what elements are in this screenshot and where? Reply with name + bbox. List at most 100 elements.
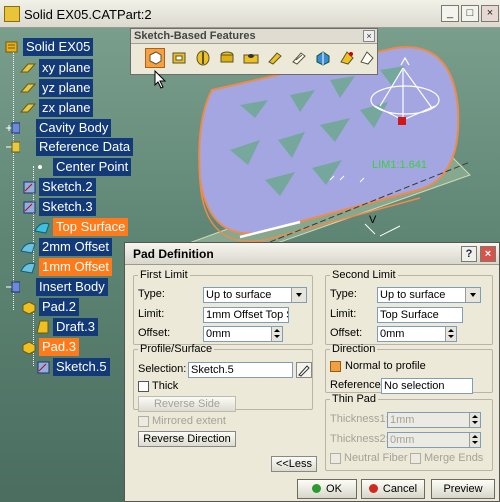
guide-line-2: [379, 225, 401, 237]
part-icon: [5, 41, 18, 53]
toolbar-close-button[interactable]: ×: [363, 30, 375, 42]
sketch-icon: [23, 201, 36, 214]
plane-icon: [20, 103, 36, 113]
slot-tool-button[interactable]: [289, 48, 309, 68]
first-limit-legend: First Limit: [140, 269, 188, 281]
sketch-icon: [23, 181, 36, 194]
thin-pad-legend: Thin Pad: [332, 393, 377, 405]
chevron-down-icon[interactable]: [465, 288, 480, 302]
second-limit-field[interactable]: Top Surface: [377, 307, 463, 323]
chevron-down-icon[interactable]: [291, 288, 306, 302]
help-button[interactable]: ?: [461, 246, 477, 262]
expand-body-icon[interactable]: [4, 120, 20, 136]
stiffener-tool-button[interactable]: [313, 48, 333, 68]
less-button[interactable]: <<Less: [271, 456, 317, 472]
first-offset-field[interactable]: 0mm: [203, 326, 283, 342]
rib-tool-button[interactable]: [265, 48, 285, 68]
thickness1-value: 1mm: [390, 414, 415, 426]
sketch-based-features-toolbar: Sketch-Based Features ×: [130, 28, 378, 75]
pocket-tool-button[interactable]: [169, 48, 189, 68]
merge-ends-checkbox[interactable]: [410, 453, 421, 464]
ok-button[interactable]: OK: [297, 479, 357, 499]
cancel-button[interactable]: Cancel: [361, 479, 425, 499]
thickness-spinner[interactable]: [469, 433, 480, 447]
tree-item-label: Reference Data: [36, 138, 134, 156]
reverse-direction-button[interactable]: Reverse Direction: [138, 431, 236, 447]
tree-root-label: Solid EX05: [23, 38, 94, 56]
first-type-value: Up to surface: [206, 289, 272, 301]
compass-origin: [398, 117, 406, 125]
catia-application: Solid EX05.CATPart:2 _ □ × LIM1:1.641 V …: [0, 0, 500, 502]
thickness-spinner[interactable]: [469, 413, 480, 427]
thickness1-field[interactable]: 1mm: [387, 412, 481, 428]
close-window-button[interactable]: ×: [481, 5, 499, 22]
minimize-button[interactable]: _: [441, 5, 459, 22]
tree-item-label: 1mm Offset: [39, 258, 112, 276]
selection-field[interactable]: Sketch.5: [188, 362, 293, 378]
sketcher-icon[interactable]: [296, 362, 312, 378]
normal-to-profile-checkbox[interactable]: [330, 361, 341, 372]
tree-item-label: Cavity Body: [36, 119, 112, 137]
dialog-title-bar[interactable]: Pad Definition ? ×: [125, 243, 499, 265]
dialog-close-button[interactable]: ×: [480, 246, 496, 262]
tree-item-label: Sketch.5: [53, 358, 110, 376]
thickness2-field[interactable]: 0mm: [387, 432, 481, 448]
maximize-button[interactable]: □: [461, 5, 479, 22]
remove-loft-tool-button[interactable]: [357, 48, 377, 68]
offset-spinner[interactable]: [271, 327, 282, 341]
thickness2-value: 0mm: [390, 434, 415, 446]
groove-tool-button[interactable]: [217, 48, 237, 68]
slot-icon: [292, 52, 306, 65]
reference-field[interactable]: No selection: [381, 378, 473, 394]
direction-legend: Direction: [332, 343, 376, 355]
pad-body[interactable]: [198, 46, 460, 235]
loft-tool-button[interactable]: [337, 48, 357, 68]
pad-icon: [22, 341, 36, 355]
first-offset-label: Offset:: [138, 327, 171, 339]
tree-item-label: Center Point: [53, 158, 132, 176]
hole-tool-button[interactable]: [241, 48, 261, 68]
tree-item-label: zx plane: [39, 99, 94, 117]
part-document-icon: [4, 6, 20, 22]
mirrored-extent-checkbox[interactable]: [138, 416, 149, 427]
remove-loft-icon: [360, 51, 374, 65]
hole-icon: [243, 54, 259, 64]
second-type-select[interactable]: Up to surface: [377, 287, 481, 303]
pad-tool-button[interactable]: [145, 48, 165, 68]
shaft-icon: [196, 50, 210, 66]
tree-line: [13, 52, 14, 310]
pad-icon: [22, 301, 36, 315]
pencil-icon: [298, 365, 310, 377]
second-limit-legend: Second Limit: [332, 269, 396, 281]
window-title: Solid EX05.CATPart:2: [24, 7, 152, 22]
profile-surface-legend: Profile/Surface: [140, 343, 213, 355]
neutral-fiber-checkbox[interactable]: [330, 453, 341, 464]
first-type-select[interactable]: Up to surface: [203, 287, 307, 303]
tree-item-label: Sketch.2: [39, 178, 96, 196]
second-offset-field[interactable]: 0mm: [377, 326, 457, 342]
selection-value: Sketch.5: [191, 364, 234, 376]
reference-value: No selection: [384, 380, 445, 392]
tree-item-label: 2mm Offset: [39, 238, 112, 256]
reference-label: Reference:: [330, 379, 384, 391]
preview-button[interactable]: Preview: [431, 479, 495, 499]
thick-checkbox[interactable]: [138, 381, 149, 392]
thickness2-label: Thickness2:: [330, 433, 389, 445]
offset-surface-icon: [20, 242, 36, 254]
first-limit-field[interactable]: 1mm Offset Top S: [203, 307, 289, 323]
collapse-body-icon[interactable]: [4, 139, 20, 155]
reverse-side-button[interactable]: Reverse Side: [138, 396, 236, 412]
tree-item-label: Draft.3: [53, 318, 99, 336]
shaft-tool-button[interactable]: [193, 48, 213, 68]
rib-icon: [268, 52, 282, 65]
stiffener-icon: [316, 51, 330, 66]
offset-surface-icon: [20, 262, 36, 274]
tree-item-label: yz plane: [39, 79, 94, 97]
second-offset-label: Offset:: [330, 327, 363, 339]
tree-item-label: Pad.2: [39, 298, 79, 316]
collapse-body-icon[interactable]: [4, 279, 20, 295]
toolbar-title-bar[interactable]: Sketch-Based Features ×: [131, 29, 377, 44]
offset-spinner[interactable]: [445, 327, 456, 341]
second-limit-label: Limit:: [330, 308, 357, 320]
cancel-label: Cancel: [382, 483, 418, 495]
